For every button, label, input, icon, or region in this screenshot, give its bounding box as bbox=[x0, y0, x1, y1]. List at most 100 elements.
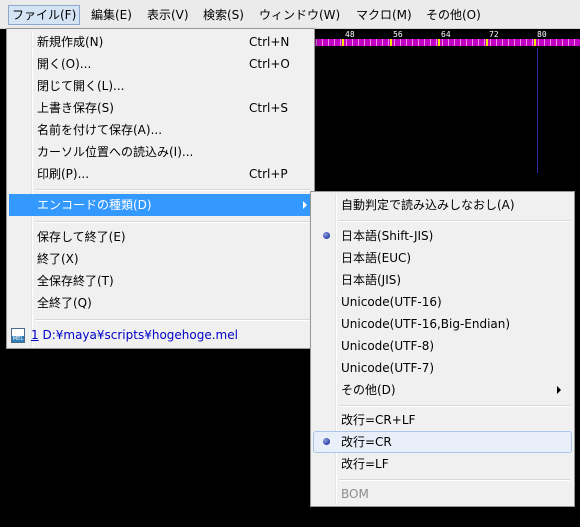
menu-item-close-and-open[interactable]: 閉じて開く(L)... bbox=[9, 75, 312, 97]
menu-item-euc[interactable]: 日本語(EUC) bbox=[313, 247, 572, 269]
ruler-label: 72 bbox=[488, 30, 500, 39]
menu-edit[interactable]: 編集(E) bbox=[91, 6, 132, 24]
menu-item-label: その他(D) bbox=[341, 383, 396, 397]
menu-item-utf8[interactable]: Unicode(UTF-8) bbox=[313, 335, 572, 357]
ruler-tick bbox=[550, 39, 551, 46]
ruler-label: 80 bbox=[536, 30, 548, 39]
menu-item-label: 印刷(P)... bbox=[37, 167, 90, 181]
ruler-tick bbox=[448, 39, 449, 46]
menu-separator bbox=[35, 189, 310, 191]
menu-item-label: Unicode(UTF-16) bbox=[341, 295, 442, 309]
menu-view[interactable]: 表示(V) bbox=[147, 6, 189, 24]
ruler-tick bbox=[544, 39, 545, 46]
ruler-tick bbox=[436, 39, 437, 46]
menu-search[interactable]: 検索(S) bbox=[203, 6, 244, 24]
menu-item-label: 上書き保存(S) bbox=[37, 101, 114, 115]
menu-item-newline-lf[interactable]: 改行=LF bbox=[313, 453, 572, 475]
menu-item-label: 改行=CR bbox=[341, 435, 392, 449]
menu-item-exit-all[interactable]: 全終了(Q) bbox=[9, 292, 312, 314]
menu-item-utf16-be[interactable]: Unicode(UTF-16,Big-Endian) bbox=[313, 313, 572, 335]
menu-item-save-as[interactable]: 名前を付けて保存(A)... bbox=[9, 119, 312, 141]
menu-item-save-all-exit[interactable]: 全保存終了(T) bbox=[9, 270, 312, 292]
ruler-tick bbox=[322, 39, 323, 46]
menu-item-label: Unicode(UTF-16,Big-Endian) bbox=[341, 317, 511, 331]
menu-item-new[interactable]: 新規作成(N) Ctrl+N bbox=[9, 31, 312, 53]
ruler-tick bbox=[352, 39, 353, 46]
ruler-tick bbox=[526, 39, 527, 46]
ruler-major-tick bbox=[486, 39, 488, 46]
menu-item-label: Unicode(UTF-8) bbox=[341, 339, 435, 353]
menu-item-print[interactable]: 印刷(P)... Ctrl+P bbox=[9, 163, 312, 185]
menu-separator bbox=[339, 220, 570, 222]
menu-item-label: 開く(O)... bbox=[37, 57, 92, 71]
menu-item-newline-crlf[interactable]: 改行=CR+LF bbox=[313, 409, 572, 431]
ruler-tick bbox=[400, 39, 401, 46]
menu-file[interactable]: ファイル(F) bbox=[8, 5, 81, 25]
ruler-tick bbox=[430, 39, 431, 46]
menu-item-label: 日本語(EUC) bbox=[341, 251, 412, 265]
menu-separator bbox=[35, 319, 310, 321]
ruler-tick bbox=[316, 39, 317, 46]
ruler-tick bbox=[388, 39, 389, 46]
menu-item-shortcut: Ctrl+S bbox=[249, 101, 289, 115]
menu-item-utf16[interactable]: Unicode(UTF-16) bbox=[313, 291, 572, 313]
menu-item-recent-file[interactable]: MEL 1 D:¥maya¥scripts¥hogehoge.mel bbox=[9, 324, 312, 346]
menu-window[interactable]: ウィンドウ(W) bbox=[259, 6, 340, 24]
menu-item-open[interactable]: 開く(O)... Ctrl+O bbox=[9, 53, 312, 75]
menu-item-insert-file[interactable]: カーソル位置への読込み(I)... bbox=[9, 141, 312, 163]
file-menu: 新規作成(N) Ctrl+N 開く(O)... Ctrl+O 閉じて開く(L).… bbox=[6, 28, 315, 349]
menu-item-label: 名前を付けて保存(A)... bbox=[37, 123, 163, 137]
ruler-tick bbox=[418, 39, 419, 46]
ruler-tick bbox=[358, 39, 359, 46]
ruler-strip bbox=[314, 39, 580, 46]
menu-item-shortcut: Ctrl+P bbox=[249, 167, 288, 181]
menu-bar: ファイル(F) 編集(E) 表示(V) 検索(S) ウィンドウ(W) マクロ(M… bbox=[0, 0, 580, 29]
ruler-tick bbox=[532, 39, 533, 46]
ruler-tick bbox=[484, 39, 485, 46]
ruler-tick bbox=[442, 39, 443, 46]
submenu-arrow-icon bbox=[303, 201, 307, 209]
ruler-tick bbox=[364, 39, 365, 46]
menu-item-newline-cr[interactable]: 改行=CR bbox=[313, 431, 572, 453]
ruler-tick bbox=[466, 39, 467, 46]
ruler-tick bbox=[328, 39, 329, 46]
ruler-tick bbox=[574, 39, 575, 46]
file-icon-text: MEL bbox=[12, 336, 24, 342]
ruler-tick bbox=[334, 39, 335, 46]
ruler-label: 48 bbox=[344, 30, 356, 39]
menu-item-encoding[interactable]: エンコードの種類(D) bbox=[9, 194, 312, 216]
menu-item-jis[interactable]: 日本語(JIS) bbox=[313, 269, 572, 291]
ruler-tick bbox=[460, 39, 461, 46]
ruler-tick bbox=[568, 39, 569, 46]
menu-item-label: Unicode(UTF-7) bbox=[341, 361, 435, 375]
menu-item-bom[interactable]: BOM bbox=[313, 483, 572, 505]
column-cursor-line bbox=[537, 48, 538, 173]
ruler-major-tick bbox=[342, 39, 344, 46]
ruler-tick bbox=[502, 39, 503, 46]
ruler-tick bbox=[382, 39, 383, 46]
ruler-label: 56 bbox=[392, 30, 404, 39]
menu-item-save[interactable]: 上書き保存(S) Ctrl+S bbox=[9, 97, 312, 119]
ruler-tick bbox=[520, 39, 521, 46]
menu-item-other-encoding[interactable]: その他(D) bbox=[313, 379, 572, 401]
ruler-tick bbox=[538, 39, 539, 46]
menu-item-shift-jis[interactable]: 日本語(Shift-JIS) bbox=[313, 225, 572, 247]
menu-macro[interactable]: マクロ(M) bbox=[356, 6, 412, 24]
ruler-numbers: 48 56 64 72 80 bbox=[314, 30, 580, 39]
menu-item-utf7[interactable]: Unicode(UTF-7) bbox=[313, 357, 572, 379]
ruler-major-tick bbox=[534, 39, 536, 46]
menu-item-auto-detect[interactable]: 自動判定で読み込みしなおし(A) bbox=[313, 194, 572, 216]
ruler-label: 64 bbox=[440, 30, 452, 39]
encoding-submenu: 自動判定で読み込みしなおし(A) 日本語(Shift-JIS) 日本語(EUC)… bbox=[310, 191, 575, 507]
menu-item-label: 全終了(Q) bbox=[37, 296, 92, 310]
ruler-tick bbox=[490, 39, 491, 46]
menu-item-label: 自動判定で読み込みしなおし(A) bbox=[341, 198, 515, 212]
radio-selected-icon bbox=[323, 232, 330, 239]
menu-item-exit[interactable]: 終了(X) bbox=[9, 248, 312, 270]
menu-separator bbox=[35, 221, 310, 223]
ruler-tick bbox=[514, 39, 515, 46]
menu-other[interactable]: その他(O) bbox=[426, 6, 481, 24]
ruler-tick bbox=[424, 39, 425, 46]
menu-item-save-and-exit[interactable]: 保存して終了(E) bbox=[9, 226, 312, 248]
submenu-arrow-icon bbox=[557, 386, 561, 394]
